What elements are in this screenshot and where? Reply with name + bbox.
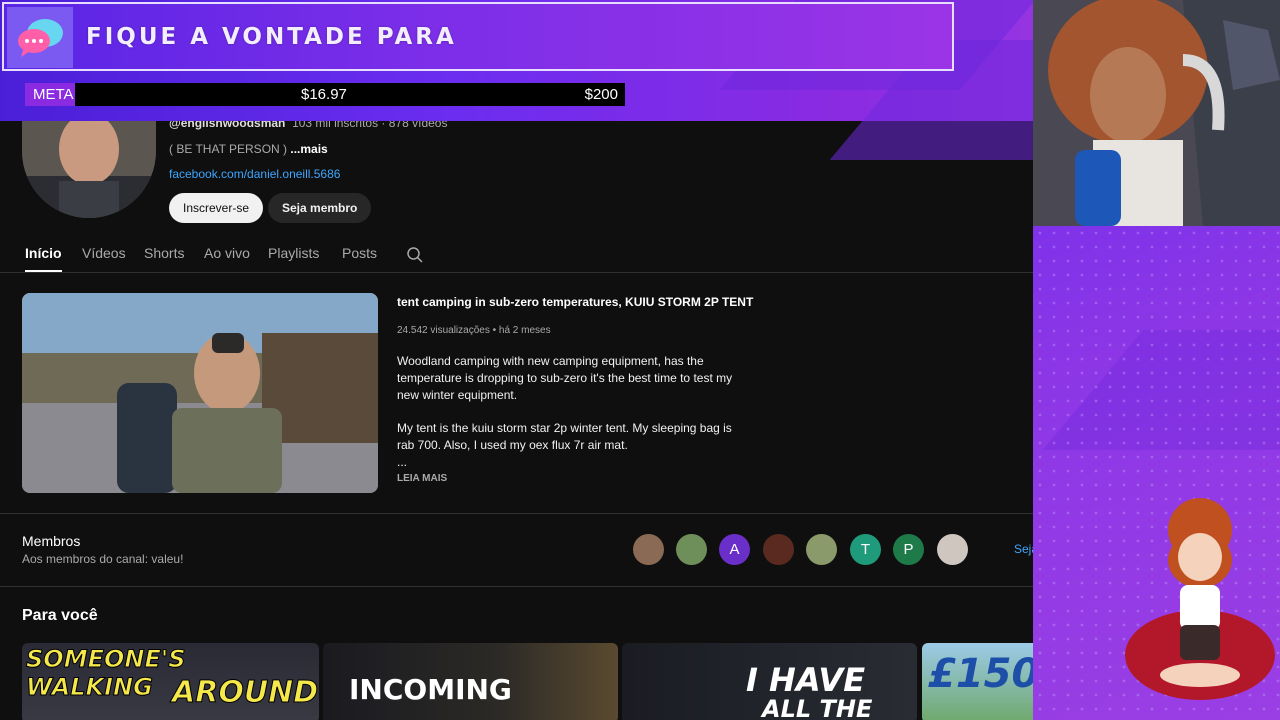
tab-playlists[interactable]: Playlists — [268, 245, 319, 261]
recommended-video-1[interactable]: SOMEONE'S WALKING AROUND — [22, 643, 319, 720]
tab-inicio[interactable]: Início — [25, 245, 62, 261]
join-button[interactable]: Seja membro — [268, 193, 372, 223]
tab-videos[interactable]: Vídeos — [82, 245, 126, 261]
subscribe-button[interactable]: Inscrever-se — [169, 193, 264, 223]
read-more-link[interactable]: LEIA MAIS — [397, 473, 447, 484]
alert-text: FIQUE A VONTADE PARA — [86, 24, 457, 50]
active-tab-indicator — [25, 270, 62, 272]
divider — [0, 586, 1033, 587]
member-avatar[interactable] — [763, 534, 794, 565]
shelf-title: Para você — [22, 607, 98, 624]
donation-goal-bar: META $16.97 $200 — [25, 83, 625, 106]
featured-video-title[interactable]: tent camping in sub-zero temperatures, K… — [397, 295, 753, 309]
thumbnail-text: £150 — [928, 651, 1033, 697]
member-avatar[interactable]: A — [719, 534, 750, 565]
webcam-feed — [1033, 0, 1280, 226]
members-subtitle: Aos membros do canal: valeu! — [22, 552, 184, 566]
goal-label: META — [25, 83, 75, 106]
member-avatar[interactable] — [633, 534, 664, 565]
tab-ao-vivo[interactable]: Ao vivo — [204, 245, 250, 261]
stream-screen: @englishwoodsman 103 mil inscritos · 878… — [0, 0, 1280, 720]
join-link[interactable]: Seja — [1014, 542, 1033, 556]
thumbnail-text: I HAVE — [746, 661, 866, 699]
tab-shorts[interactable]: Shorts — [144, 245, 184, 261]
channel-tabs: Início Vídeos Shorts Ao vivo Playlists P… — [0, 237, 1033, 273]
featured-video-description: Woodland camping with new camping equipm… — [397, 354, 733, 469]
member-avatar[interactable] — [806, 534, 837, 565]
member-avatar[interactable] — [937, 534, 968, 565]
goal-target: $200 — [584, 86, 618, 103]
member-avatar[interactable]: P — [893, 534, 924, 565]
goal-current: $16.97 — [301, 86, 347, 103]
thumbnail-text: ALL THE — [762, 695, 873, 720]
member-avatar[interactable] — [676, 534, 707, 565]
featured-video-meta: 24.542 visualizações • há 2 meses — [397, 325, 551, 336]
more-link[interactable]: ...mais — [290, 142, 327, 156]
recommended-video-4[interactable]: £150 — [922, 643, 1033, 720]
recommended-video-3[interactable]: I HAVE ALL THE — [622, 643, 917, 720]
mascot-illustration — [1125, 498, 1275, 700]
search-icon[interactable] — [406, 246, 424, 264]
external-link[interactable]: facebook.com/daniel.oneill.5686 — [169, 167, 340, 181]
channel-avatar[interactable] — [22, 121, 156, 218]
chat-bubble-icon — [7, 7, 73, 68]
divider — [0, 513, 1033, 514]
member-avatar[interactable]: T — [850, 534, 881, 565]
chat-alert-box: FIQUE A VONTADE PARA — [2, 2, 954, 71]
youtube-channel-page: @englishwoodsman 103 mil inscritos · 878… — [0, 121, 1033, 720]
thumbnail-text: AROUND — [171, 675, 319, 711]
recommended-video-2[interactable]: INCOMING — [323, 643, 618, 720]
channel-description[interactable]: ( BE THAT PERSON ) ...mais — [169, 142, 328, 156]
members-title: Membros — [22, 533, 81, 549]
thumbnail-text: INCOMING — [349, 673, 512, 706]
featured-video-thumbnail[interactable] — [22, 293, 378, 493]
tab-posts[interactable]: Posts — [342, 245, 377, 261]
channel-handle: @englishwoodsman 103 mil inscritos · 878… — [169, 121, 448, 130]
